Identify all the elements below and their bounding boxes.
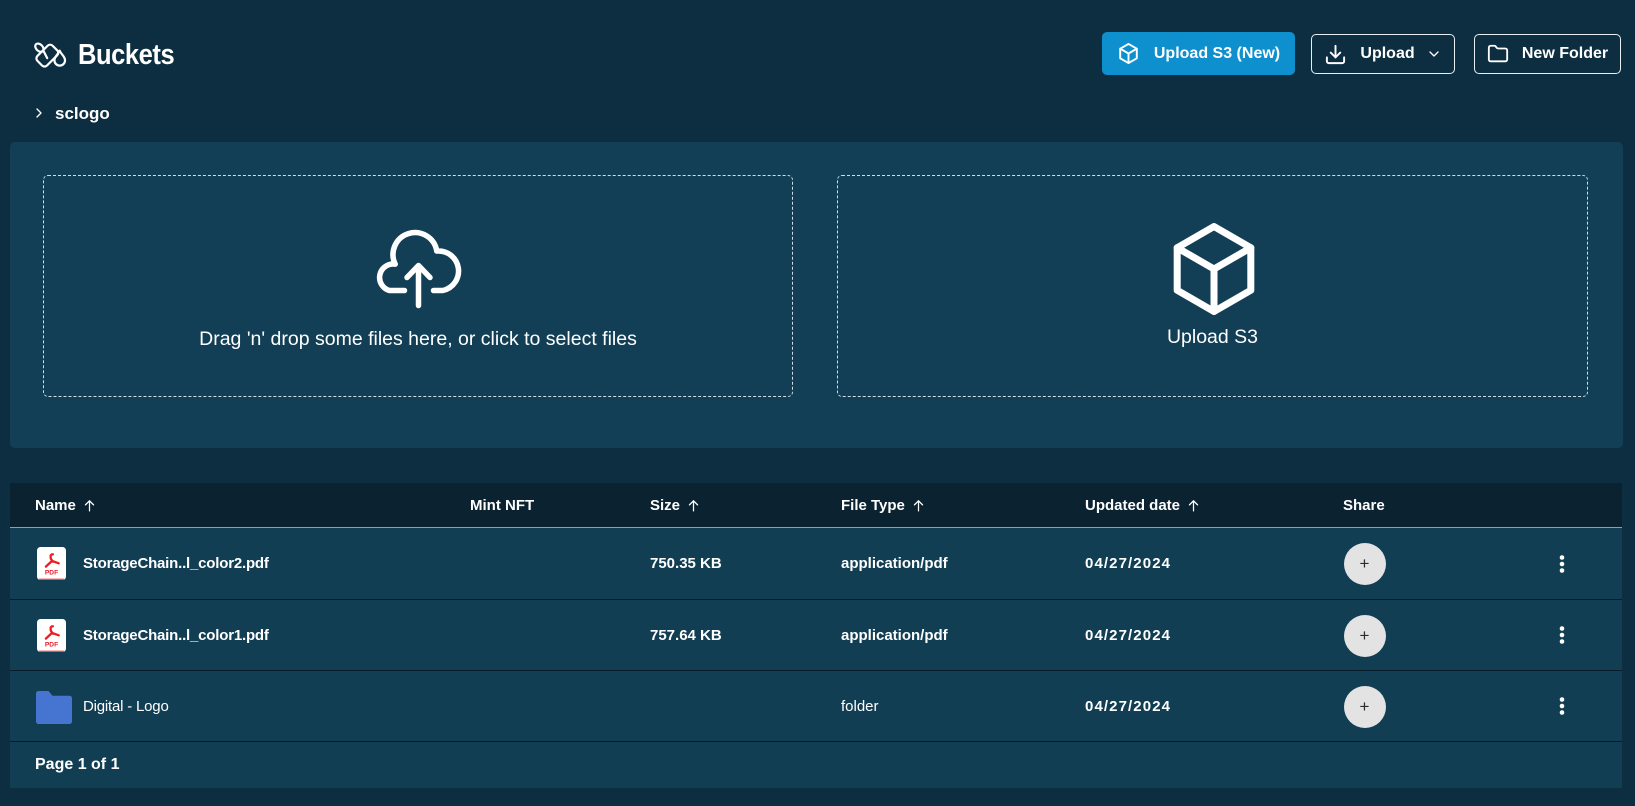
svg-text:PDF: PDF bbox=[45, 570, 58, 577]
svg-text:PDF: PDF bbox=[45, 642, 58, 649]
